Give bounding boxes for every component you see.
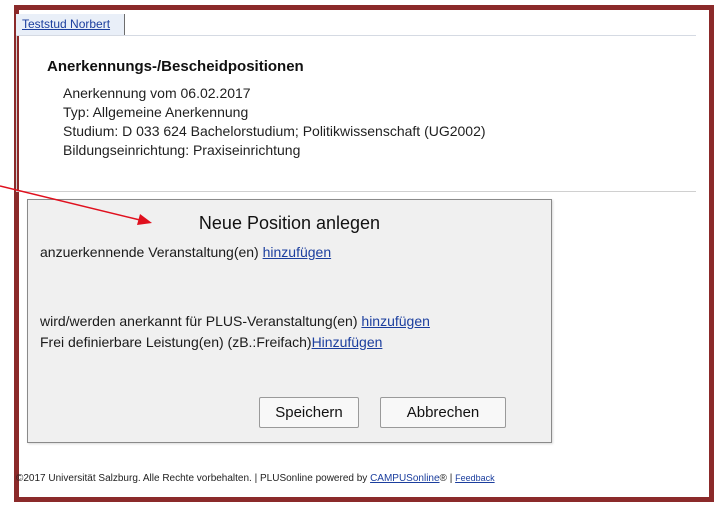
- annotation-arrow-line: [0, 185, 141, 221]
- annotation-arrow: [0, 185, 152, 225]
- annotation-arrow-head: [137, 214, 152, 225]
